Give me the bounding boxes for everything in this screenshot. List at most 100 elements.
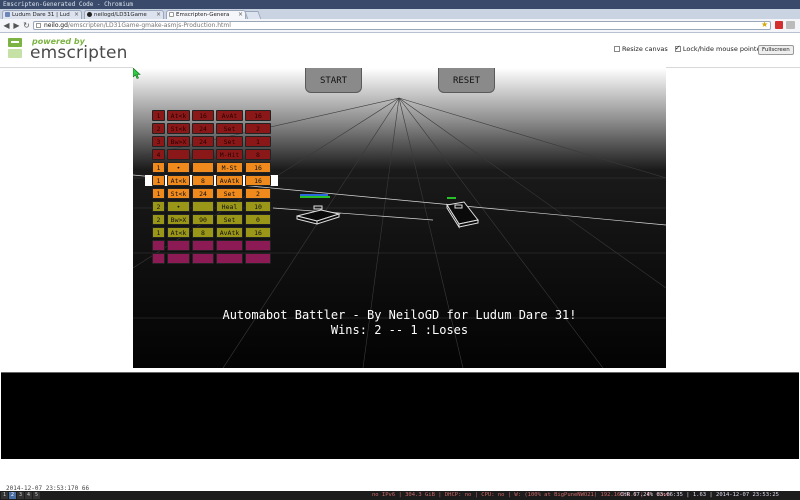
- program-cell[interactable]: Set: [216, 123, 243, 134]
- program-cell[interactable]: 1: [152, 110, 165, 121]
- tab-emscripten[interactable]: Emscripten-Genera ×: [166, 10, 246, 19]
- program-cell[interactable]: 24: [192, 123, 214, 134]
- start-button[interactable]: START: [305, 68, 362, 93]
- program-cell[interactable]: 2: [152, 201, 165, 212]
- program-cell[interactable]: At<k: [167, 227, 190, 238]
- fullscreen-button[interactable]: Fullscreen: [758, 45, 794, 55]
- reset-button[interactable]: RESET: [438, 68, 495, 93]
- program-cell[interactable]: Set: [216, 214, 243, 225]
- program-cell[interactable]: 1: [152, 175, 165, 186]
- program-row[interactable]: 1 At<k 16 AvAt 16: [152, 110, 271, 121]
- program-cell[interactable]: [216, 253, 243, 264]
- program-cell[interactable]: 8: [192, 227, 214, 238]
- close-icon[interactable]: ×: [238, 11, 243, 19]
- program-cell[interactable]: 8: [245, 149, 271, 160]
- program-cell[interactable]: 3: [152, 136, 165, 147]
- program-cell[interactable]: At<k: [167, 110, 190, 121]
- program-cell[interactable]: [192, 201, 214, 212]
- program-cell[interactable]: At<k: [167, 175, 190, 186]
- program-cell[interactable]: 16: [192, 110, 214, 121]
- program-cell[interactable]: •: [167, 201, 190, 212]
- program-cell[interactable]: [152, 253, 165, 264]
- close-icon[interactable]: ×: [74, 11, 79, 19]
- tab-label: neilogd/LD31Game: [94, 12, 147, 18]
- program-row[interactable]: [152, 240, 271, 251]
- program-cell[interactable]: 4: [152, 149, 165, 160]
- program-cell[interactable]: 2: [152, 214, 165, 225]
- program-cell[interactable]: 16: [245, 110, 271, 121]
- program-cell[interactable]: 16: [245, 175, 271, 186]
- program-cell[interactable]: [216, 240, 243, 251]
- program-row[interactable]: 3 Bw>X 24 Set 1: [152, 136, 271, 147]
- program-cell[interactable]: Bw>X: [167, 214, 190, 225]
- program-cell[interactable]: 90: [192, 214, 214, 225]
- page-icon: [36, 23, 41, 28]
- program-row[interactable]: 2 Bw>X 90 Set 0: [152, 214, 271, 225]
- program-cell[interactable]: AvAtk: [216, 175, 243, 186]
- program-cell[interactable]: 1: [152, 162, 165, 173]
- program-cell[interactable]: [167, 149, 190, 160]
- tab-github[interactable]: neilogd/LD31Game ×: [84, 10, 164, 19]
- program-cell[interactable]: 16: [245, 162, 271, 173]
- program-cell[interactable]: St<k: [167, 188, 190, 199]
- program-cell[interactable]: 16: [245, 227, 271, 238]
- program-cell[interactable]: 2: [245, 188, 271, 199]
- program-cell[interactable]: 24: [192, 188, 214, 199]
- program-cell[interactable]: 1: [152, 227, 165, 238]
- program-cell[interactable]: [192, 253, 214, 264]
- workspace-button[interactable]: 3: [17, 492, 24, 499]
- program-cell[interactable]: [192, 240, 214, 251]
- workspace-button[interactable]: 5: [33, 492, 40, 499]
- close-icon[interactable]: ×: [156, 11, 161, 19]
- lock-pointer-checkbox[interactable]: [674, 44, 681, 52]
- program-cell[interactable]: 1: [245, 136, 271, 147]
- program-row[interactable]: 1 At<k 8 AvAtk 16: [152, 227, 271, 238]
- workspace-button[interactable]: 2: [9, 492, 16, 499]
- game-canvas[interactable]: START RESET 1 At<k 16 AvAt 16 2 St<k 24 Set 2 3 Bw>…: [133, 68, 666, 368]
- program-cell[interactable]: [167, 253, 190, 264]
- program-cell[interactable]: 0: [245, 214, 271, 225]
- program-cell[interactable]: [192, 162, 214, 173]
- program-row-selected[interactable]: 1 At<k 8 AvAtk 16: [145, 175, 278, 186]
- address-bar[interactable]: neilo.gd/emscripten/LD31Game-gmake-asmjs…: [33, 21, 771, 30]
- program-cell[interactable]: Heal: [216, 201, 243, 212]
- program-cell[interactable]: 1: [152, 188, 165, 199]
- resize-canvas-checkbox[interactable]: [614, 46, 620, 52]
- back-icon[interactable]: ◀: [2, 21, 11, 30]
- program-cell[interactable]: [245, 240, 271, 251]
- program-cell[interactable]: M-Hit: [216, 149, 243, 160]
- program-cell[interactable]: 10: [245, 201, 271, 212]
- program-cell[interactable]: Set: [216, 188, 243, 199]
- menu-icon[interactable]: [786, 21, 795, 29]
- program-row[interactable]: [152, 253, 271, 264]
- workspace-button[interactable]: 4: [25, 492, 32, 499]
- program-row[interactable]: 2 St<k 24 Set 2: [152, 123, 271, 134]
- output-console[interactable]: [1, 372, 799, 461]
- program-cell[interactable]: 2: [152, 123, 165, 134]
- reload-icon[interactable]: ↻: [22, 21, 31, 30]
- tab-ludum-dare[interactable]: Ludum Dare 31 | Lud ×: [2, 10, 82, 19]
- divider: [0, 67, 133, 68]
- program-cell[interactable]: [192, 149, 214, 160]
- program-row[interactable]: 2 • Heal 10: [152, 201, 271, 212]
- program-cell[interactable]: 24: [192, 136, 214, 147]
- program-cell[interactable]: 2: [245, 123, 271, 134]
- program-cell[interactable]: Set: [216, 136, 243, 147]
- program-cell[interactable]: [152, 240, 165, 251]
- program-cell[interactable]: •: [167, 162, 190, 173]
- program-cell[interactable]: AvAt: [216, 110, 243, 121]
- program-row[interactable]: 1 St<k 24 Set 2: [152, 188, 271, 199]
- program-row[interactable]: 1 • M-St 16: [152, 162, 271, 173]
- program-cell[interactable]: Bw>X: [167, 136, 190, 147]
- workspace-button[interactable]: 1: [1, 492, 8, 499]
- forward-icon[interactable]: ▶: [12, 21, 21, 30]
- program-cell[interactable]: [245, 253, 271, 264]
- extension-icon[interactable]: [775, 21, 783, 29]
- program-cell[interactable]: 8: [192, 175, 214, 186]
- bookmark-star-icon[interactable]: ★: [761, 20, 768, 29]
- program-row[interactable]: 4 M-Hit 8: [152, 149, 271, 160]
- program-cell[interactable]: [167, 240, 190, 251]
- program-cell[interactable]: St<k: [167, 123, 190, 134]
- program-cell[interactable]: AvAtk: [216, 227, 243, 238]
- program-cell[interactable]: M-St: [216, 162, 243, 173]
